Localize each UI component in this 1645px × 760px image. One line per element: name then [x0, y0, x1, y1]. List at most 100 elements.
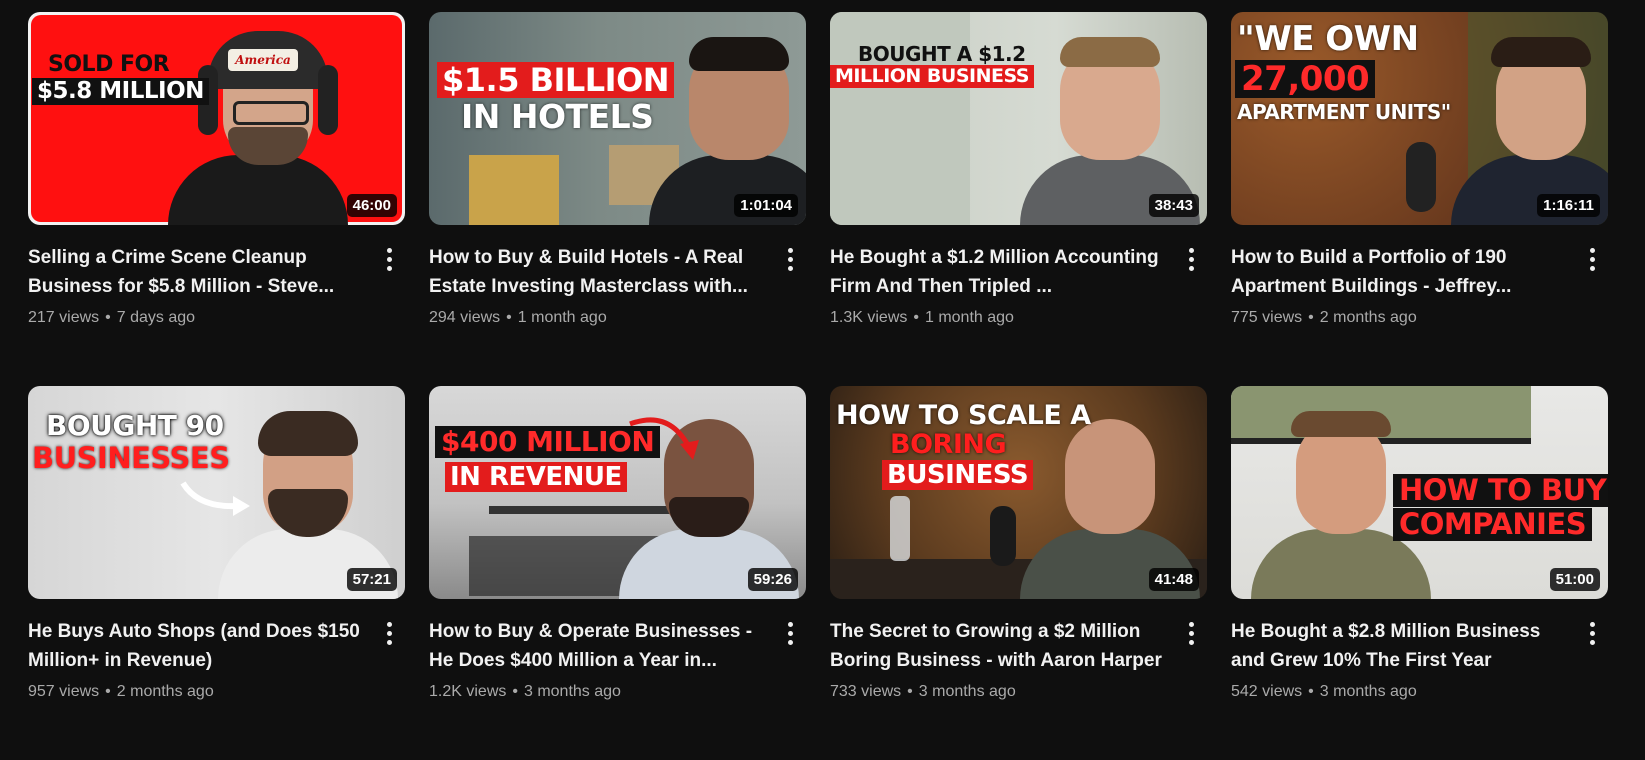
view-count: 1.3K views [830, 309, 908, 326]
video-card[interactable]: BOUGHT 90 BUSINESSES 57:21 He Buys Auto … [28, 386, 405, 760]
video-card[interactable]: $400 MILLION IN REVENUE 59:26 How to Buy… [429, 386, 806, 760]
hat-logo: America [228, 49, 298, 71]
video-card[interactable]: America SOLD FOR $5.8 MILLION 46:00 Sell… [28, 12, 405, 386]
video-title[interactable]: The Secret to Growing a $2 Million Borin… [830, 617, 1167, 675]
separator-dot: • [506, 309, 512, 326]
thumbnail-overlay-line: APARTMENT UNITS" [1237, 100, 1451, 124]
video-thumbnail[interactable]: $400 MILLION IN REVENUE 59:26 [429, 386, 806, 599]
video-stats: 733 views • 3 months ago [830, 683, 1167, 701]
separator-dot: • [512, 683, 518, 700]
thumbnail-person: America [168, 31, 348, 225]
upload-age: 3 months ago [523, 683, 621, 700]
video-title[interactable]: He Buys Auto Shops (and Does $150 Millio… [28, 617, 365, 675]
video-title[interactable]: He Bought a $2.8 Million Business and Gr… [1231, 617, 1568, 675]
upload-age: 2 months ago [116, 683, 214, 700]
video-title[interactable]: How to Buy & Operate Businesses - He Doe… [429, 617, 766, 675]
thumbnail-overlay-line: MILLION BUSINESS [830, 65, 1034, 88]
separator-dot: • [105, 309, 111, 326]
video-card[interactable]: HOW TO SCALE A BORING BUSINESS 41:48 The… [830, 386, 1207, 760]
thumbnail-overlay-line: BOUGHT A $1.2 [858, 42, 1026, 66]
microphone-shape [990, 506, 1016, 566]
video-card[interactable]: BOUGHT A $1.2 MILLION BUSINESS 38:43 He … [830, 12, 1207, 386]
video-meta: How to Build a Portfolio of 190 Apartmen… [1231, 243, 1608, 327]
thumbnail-overlay-line: IN REVENUE [445, 462, 627, 492]
thumbnail-overlay-line: 27,000 [1235, 60, 1376, 98]
more-actions-icon[interactable] [1179, 245, 1203, 273]
more-actions-icon[interactable] [778, 619, 802, 647]
view-count: 733 views [830, 683, 902, 700]
separator-dot: • [907, 683, 913, 700]
view-count: 957 views [28, 683, 100, 700]
video-duration: 1:01:04 [734, 194, 798, 217]
arrow-icon [180, 481, 250, 516]
more-actions-icon[interactable] [377, 245, 401, 273]
video-title[interactable]: How to Build a Portfolio of 190 Apartmen… [1231, 243, 1568, 301]
video-stats: 542 views • 3 months ago [1231, 683, 1568, 701]
video-thumbnail[interactable]: America SOLD FOR $5.8 MILLION 46:00 [28, 12, 405, 225]
thumbnail-overlay-line: HOW TO BUY [1393, 474, 1608, 507]
more-actions-icon[interactable] [1179, 619, 1203, 647]
separator-dot: • [1308, 309, 1314, 326]
video-stats: 957 views • 2 months ago [28, 683, 365, 701]
video-meta: He Bought a $2.8 Million Business and Gr… [1231, 617, 1608, 701]
video-thumbnail[interactable]: BOUGHT 90 BUSINESSES 57:21 [28, 386, 405, 599]
video-meta: He Buys Auto Shops (and Does $150 Millio… [28, 617, 405, 701]
video-duration: 46:00 [346, 194, 397, 217]
view-count: 775 views [1231, 309, 1303, 326]
video-title[interactable]: How to Buy & Build Hotels - A Real Estat… [429, 243, 766, 301]
upload-age: 1 month ago [517, 309, 607, 326]
video-duration: 57:21 [346, 568, 397, 591]
video-stats: 1.2K views • 3 months ago [429, 683, 766, 701]
view-count: 1.2K views [429, 683, 507, 700]
video-stats: 775 views • 2 months ago [1231, 309, 1568, 327]
thumbnail-overlay-line: BOUGHT 90 [46, 409, 224, 442]
video-card[interactable]: $1.5 BILLION IN HOTELS 1:01:04 How to Bu… [429, 12, 806, 386]
thumbnail-overlay-line: BUSINESSES [32, 441, 230, 475]
upload-age: 2 months ago [1319, 309, 1417, 326]
video-card[interactable]: HOW TO BUY COMPANIES 51:00 He Bought a $… [1231, 386, 1608, 760]
video-stats: 1.3K views • 1 month ago [830, 309, 1167, 327]
upload-age: 1 month ago [924, 309, 1014, 326]
more-actions-icon[interactable] [778, 245, 802, 273]
video-duration: 38:43 [1148, 194, 1199, 217]
view-count: 542 views [1231, 683, 1303, 700]
separator-dot: • [913, 309, 919, 326]
video-meta: Selling a Crime Scene Cleanup Business f… [28, 243, 405, 327]
video-duration: 41:48 [1148, 568, 1199, 591]
video-stats: 217 views • 7 days ago [28, 309, 365, 327]
more-actions-icon[interactable] [1580, 245, 1604, 273]
thumbnail-overlay-line: COMPANIES [1393, 508, 1593, 541]
video-stats: 294 views • 1 month ago [429, 309, 766, 327]
more-actions-icon[interactable] [377, 619, 401, 647]
microphone-shape [1406, 142, 1436, 212]
video-title[interactable]: Selling a Crime Scene Cleanup Business f… [28, 243, 365, 301]
thumbnail-overlay-line: IN HOTELS [461, 97, 654, 136]
upload-age: 3 months ago [918, 683, 1016, 700]
video-thumbnail[interactable]: "WE OWN 27,000 APARTMENT UNITS" 1:16:11 [1231, 12, 1608, 225]
separator-dot: • [105, 683, 111, 700]
separator-dot: • [1308, 683, 1314, 700]
video-duration: 1:16:11 [1537, 194, 1600, 217]
thumbnail-overlay-line: HOW TO SCALE A [836, 400, 1091, 431]
upload-age: 7 days ago [116, 309, 196, 326]
view-count: 217 views [28, 309, 100, 326]
video-meta: How to Buy & Build Hotels - A Real Estat… [429, 243, 806, 327]
video-meta: The Secret to Growing a $2 Million Borin… [830, 617, 1207, 701]
video-thumbnail[interactable]: HOW TO BUY COMPANIES 51:00 [1231, 386, 1608, 599]
thumbnail-overlay-line: "WE OWN [1237, 19, 1419, 59]
video-meta: He Bought a $1.2 Million Accounting Firm… [830, 243, 1207, 327]
view-count: 294 views [429, 309, 501, 326]
thumbnail-overlay-line: $400 MILLION [435, 426, 661, 458]
video-card[interactable]: "WE OWN 27,000 APARTMENT UNITS" 1:16:11 … [1231, 12, 1608, 386]
thumbnail-overlay-line: SOLD FOR [48, 52, 170, 77]
more-actions-icon[interactable] [1580, 619, 1604, 647]
thumbnail-overlay-line: $5.8 MILLION [32, 78, 209, 105]
video-thumbnail[interactable]: $1.5 BILLION IN HOTELS 1:01:04 [429, 12, 806, 225]
thumbnail-overlay-line: $1.5 BILLION [437, 62, 675, 98]
upload-age: 3 months ago [1319, 683, 1417, 700]
video-title[interactable]: He Bought a $1.2 Million Accounting Firm… [830, 243, 1167, 301]
video-meta: How to Buy & Operate Businesses - He Doe… [429, 617, 806, 701]
water-bottle-shape [890, 496, 910, 561]
video-thumbnail[interactable]: BOUGHT A $1.2 MILLION BUSINESS 38:43 [830, 12, 1207, 225]
video-thumbnail[interactable]: HOW TO SCALE A BORING BUSINESS 41:48 [830, 386, 1207, 599]
